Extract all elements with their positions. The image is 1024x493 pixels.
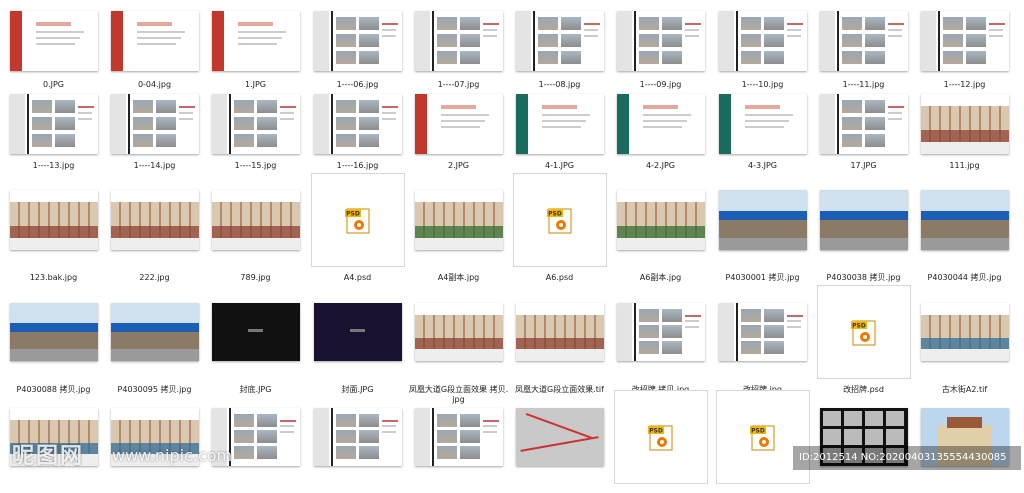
file-item[interactable]: PSD: [712, 390, 813, 493]
file-item[interactable]: 凤凰大道G段立面效果 拷贝.jpg: [408, 281, 509, 404]
file-thumbnail[interactable]: [509, 89, 610, 159]
file-item[interactable]: P4030088 拷贝.jpg: [3, 281, 104, 394]
file-item[interactable]: [104, 393, 205, 493]
file-thumbnail[interactable]: [813, 89, 914, 159]
psd-file-icon: PSD: [749, 425, 774, 451]
file-thumbnail[interactable]: [307, 4, 408, 78]
file-item[interactable]: 封面.JPG: [307, 281, 408, 394]
file-item[interactable]: P4030001 拷贝.jpg: [712, 169, 813, 282]
file-item[interactable]: PSD A6.psd: [509, 169, 610, 282]
file-thumbnail[interactable]: PSD: [307, 169, 408, 271]
file-thumbnail[interactable]: [3, 281, 104, 383]
file-item[interactable]: PSD: [610, 390, 711, 493]
psd-file-icon: PSD: [850, 320, 875, 346]
file-thumbnail[interactable]: [509, 393, 610, 481]
watermark-url: www.nipic.com: [112, 446, 233, 465]
file-thumbnail[interactable]: PSD: [610, 390, 711, 484]
file-thumbnail[interactable]: [205, 393, 306, 481]
file-item[interactable]: 222.jpg: [104, 169, 205, 282]
file-item[interactable]: 789.jpg: [205, 169, 306, 282]
file-item[interactable]: A6副本.jpg: [610, 169, 711, 282]
file-thumbnail[interactable]: [914, 169, 1015, 271]
file-item[interactable]: PSD 改招牌.psd: [813, 281, 914, 394]
file-item[interactable]: 123.bak.jpg: [3, 169, 104, 282]
svg-text:PSD: PSD: [649, 428, 663, 435]
psd-file-icon: PSD: [647, 425, 672, 451]
file-thumbnail[interactable]: [104, 4, 205, 78]
file-item[interactable]: A4副本.jpg: [408, 169, 509, 282]
watermark-id: ID:2012514 NO:20200403135554430085: [793, 446, 1021, 470]
file-thumbnail[interactable]: [509, 281, 610, 383]
file-thumbnail[interactable]: [408, 4, 509, 78]
file-thumbnail[interactable]: [3, 89, 104, 159]
svg-text:PSD: PSD: [548, 211, 562, 218]
watermark-logo: 昵图网: [12, 444, 85, 469]
psd-file-icon: PSD: [344, 208, 369, 234]
file-item[interactable]: 改招牌 拷贝.jpg: [610, 281, 711, 394]
file-thumbnail[interactable]: [104, 89, 205, 159]
file-thumbnail[interactable]: [509, 4, 610, 78]
file-item[interactable]: [813, 393, 914, 493]
file-thumbnail[interactable]: PSD: [509, 169, 610, 271]
file-item[interactable]: 凤凰大道G段立面效果.tif: [509, 281, 610, 394]
file-thumbnail[interactable]: [408, 89, 509, 159]
file-item[interactable]: P4030044 拷贝.jpg: [914, 169, 1015, 282]
file-item[interactable]: [205, 393, 306, 493]
file-thumbnail[interactable]: [205, 169, 306, 271]
file-thumbnail[interactable]: [3, 169, 104, 271]
file-item[interactable]: P4030038 拷贝.jpg: [813, 169, 914, 282]
svg-text:PSD: PSD: [751, 428, 765, 435]
file-thumbnail[interactable]: [813, 169, 914, 271]
file-item[interactable]: [307, 393, 408, 493]
file-thumbnail[interactable]: [712, 4, 813, 78]
file-thumbnail[interactable]: [408, 281, 509, 383]
file-thumbnail[interactable]: [813, 4, 914, 78]
file-item[interactable]: 封底.JPG: [205, 281, 306, 394]
file-item[interactable]: 古木街A2.tif: [914, 281, 1015, 394]
file-thumbnail[interactable]: [914, 89, 1015, 159]
file-thumbnail[interactable]: [408, 169, 509, 271]
file-thumbnail[interactable]: [914, 4, 1015, 78]
file-thumbnail[interactable]: [307, 89, 408, 159]
file-thumbnail-grid: 0.JPG 0-04.jpg 1.JPG 1----06.jpg 1----07.jpg…: [0, 0, 1024, 484]
svg-text:PSD: PSD: [852, 323, 866, 330]
file-thumbnail[interactable]: [408, 393, 509, 481]
file-thumbnail[interactable]: [610, 281, 711, 383]
file-thumbnail[interactable]: [205, 4, 306, 78]
file-thumbnail[interactable]: [610, 89, 711, 159]
file-thumbnail[interactable]: [712, 281, 813, 383]
file-thumbnail[interactable]: [205, 89, 306, 159]
file-item[interactable]: PSD A4.psd: [307, 169, 408, 282]
file-thumbnail[interactable]: [712, 169, 813, 271]
psd-file-icon: PSD: [546, 208, 571, 234]
file-item[interactable]: [408, 393, 509, 493]
file-item[interactable]: [914, 393, 1015, 493]
file-thumbnail[interactable]: [307, 393, 408, 481]
file-item[interactable]: [509, 393, 610, 493]
file-thumbnail[interactable]: [307, 281, 408, 383]
file-thumbnail[interactable]: [610, 169, 711, 271]
file-thumbnail[interactable]: [610, 4, 711, 78]
file-thumbnail[interactable]: [104, 393, 205, 481]
file-item[interactable]: 改招牌.jpg: [712, 281, 813, 394]
file-thumbnail[interactable]: [104, 281, 205, 383]
svg-text:PSD: PSD: [346, 211, 360, 218]
file-thumbnail[interactable]: [205, 281, 306, 383]
file-thumbnail[interactable]: PSD: [813, 281, 914, 383]
file-item[interactable]: P4030095 拷贝.jpg: [104, 281, 205, 394]
file-thumbnail[interactable]: [3, 4, 104, 78]
file-thumbnail[interactable]: [914, 281, 1015, 383]
file-thumbnail[interactable]: [712, 89, 813, 159]
file-thumbnail[interactable]: [104, 169, 205, 271]
